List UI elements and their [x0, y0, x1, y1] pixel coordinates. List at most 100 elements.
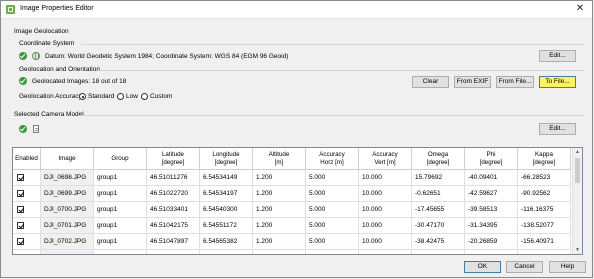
- lat-cell: 46.51033401: [147, 202, 200, 218]
- column-header[interactable]: Phi [degree]: [465, 148, 518, 170]
- enabled-cell: [13, 234, 41, 250]
- coordinate-system-value: Datum: World Geodetic System 1984; Coord…: [45, 53, 289, 60]
- alt-cell: 1.200: [253, 186, 306, 202]
- enabled-cell: [13, 250, 41, 255]
- column-header[interactable]: Latitude [degree]: [147, 148, 200, 170]
- enabled-checkbox[interactable]: [17, 238, 24, 245]
- kappa-cell: -66.28523: [518, 170, 571, 186]
- omega-cell: 15.79692: [412, 170, 465, 186]
- image-cell[interactable]: DJI_0698.JPG: [41, 170, 94, 186]
- kappa-cell: -156.40971: [518, 234, 571, 250]
- kappa-cell: -90.92562: [518, 186, 571, 202]
- phi-cell: -20.26859: [465, 234, 518, 250]
- table-row[interactable]: DJI_0703.JPGgroup146.510498956.545815001…: [13, 250, 573, 255]
- av-cell: 10.000: [359, 218, 412, 234]
- coordinate-edit-button[interactable]: Edit...: [539, 50, 576, 62]
- lat-cell: 46.51042175: [147, 218, 200, 234]
- lon-cell: 6.54581500: [200, 250, 253, 254]
- scroll-up-icon[interactable]: ▲: [575, 149, 580, 155]
- camera-edit-button[interactable]: Edit...: [539, 123, 576, 135]
- image-cell[interactable]: DJI_0699.JPG: [41, 186, 94, 202]
- ah-cell: 5.000: [306, 218, 359, 234]
- enabled-checkbox[interactable]: [17, 206, 24, 213]
- geolocated-images-text: Geolocated Images: 18 out of 18: [32, 78, 127, 85]
- image-geolocation-heading: Image Geolocation: [14, 28, 69, 35]
- vertical-scrollbar[interactable]: ▲ ▼: [572, 148, 582, 254]
- image-cell[interactable]: DJI_0702.JPG: [41, 234, 94, 250]
- column-header[interactable]: Image: [41, 148, 94, 170]
- column-header[interactable]: Omega [degree]: [412, 148, 465, 170]
- accuracy-low-radio[interactable]: [117, 93, 124, 100]
- column-header[interactable]: Longitude [degree]: [200, 148, 253, 170]
- column-header[interactable]: Group: [94, 148, 147, 170]
- alt-cell: 1.200: [253, 218, 306, 234]
- column-header[interactable]: Accuracy Vert [m]: [359, 148, 412, 170]
- phi-cell: -31.34395: [465, 218, 518, 234]
- lat-cell: 46.51047897: [147, 234, 200, 250]
- status-ok-icon: [19, 52, 27, 60]
- image-table: Enabled Image Group Latitude [degree] Longit…: [12, 147, 583, 255]
- lon-cell: 6.54540300: [200, 202, 253, 218]
- help-button[interactable]: Help: [549, 261, 586, 273]
- omega-cell: -30.47170: [412, 218, 465, 234]
- omega-cell: -17.45655: [412, 202, 465, 218]
- phi-cell: -42.59627: [465, 186, 518, 202]
- av-cell: 10.000: [359, 170, 412, 186]
- phi-cell: -40.09401: [465, 170, 518, 186]
- image-cell[interactable]: DJI_0700.JPG: [41, 202, 94, 218]
- ok-button[interactable]: OK: [464, 261, 501, 273]
- accuracy-label: Geolocation Accuracy:: [19, 93, 84, 100]
- group-cell: group1: [94, 170, 147, 186]
- cancel-button[interactable]: Cancel: [506, 261, 543, 273]
- enabled-cell: [13, 202, 41, 218]
- accuracy-custom-radio[interactable]: [141, 93, 148, 100]
- table-row[interactable]: DJI_0701.JPG group1 46.51042175 6.54551172 1…: [13, 218, 573, 234]
- ah-cell: 5.000: [306, 186, 359, 202]
- from-file-button[interactable]: From File...: [496, 76, 534, 88]
- globe-icon: [32, 52, 40, 60]
- enabled-checkbox[interactable]: [17, 254, 24, 255]
- accuracy-standard-label: Standard: [88, 93, 115, 100]
- alt-cell: 1.200: [253, 202, 306, 218]
- column-header[interactable]: Accuracy Horz [m]: [306, 148, 359, 170]
- lon-cell: 6.54565382: [200, 234, 253, 250]
- to-file-button[interactable]: To File...: [539, 76, 576, 88]
- table-row[interactable]: DJI_0699.JPG group1 46.51022720 6.54534197 1…: [13, 186, 573, 202]
- accuracy-standard-radio[interactable]: [79, 93, 86, 100]
- scroll-down-icon[interactable]: ▼: [575, 247, 580, 253]
- av-cell: 10.000: [359, 186, 412, 202]
- table-row[interactable]: DJI_0698.JPG group1 46.51011276 6.54534149 1…: [13, 170, 573, 186]
- camera-file-icon: [33, 125, 39, 133]
- clear-button[interactable]: Clear: [412, 76, 449, 88]
- column-header[interactable]: Kappa [degree]: [518, 148, 571, 170]
- omega-cell: -42.14400: [412, 250, 465, 254]
- enabled-checkbox[interactable]: [17, 190, 24, 197]
- table-row[interactable]: DJI_0700.JPG group1 46.51033401 6.54540300 1…: [13, 202, 573, 218]
- from-exif-button[interactable]: From EXIF: [454, 76, 491, 88]
- column-header[interactable]: Enabled: [13, 148, 41, 170]
- accuracy-low-label: Low: [126, 93, 138, 100]
- image-cell[interactable]: DJI_0701.JPG: [41, 218, 94, 234]
- av-cell: 10.000: [359, 234, 412, 250]
- divider: [81, 44, 584, 45]
- divider: [79, 115, 584, 116]
- enabled-checkbox[interactable]: [17, 222, 24, 229]
- enabled-checkbox[interactable]: [17, 174, 24, 181]
- ah-cell: 5.000: [306, 170, 359, 186]
- dialog-window: Image Properties Editor ✕ Image Geolocat…: [0, 0, 593, 278]
- image-cell[interactable]: DJI_0703.JPG: [41, 250, 94, 254]
- column-header[interactable]: Altitude [m]: [253, 148, 306, 170]
- kappa-cell: -116.16375: [518, 202, 571, 218]
- geolocation-orientation-label: Geolocation and Orientation: [19, 66, 100, 73]
- group-cell: group1: [94, 218, 147, 234]
- group-cell: group1: [94, 186, 147, 202]
- kappa-cell: -175.01051: [518, 250, 571, 254]
- table-row[interactable]: DJI_0702.JPG group1 46.51047897 6.54565382 1…: [13, 234, 573, 250]
- app-icon: [6, 5, 15, 14]
- title-bar: Image Properties Editor ✕: [1, 1, 592, 19]
- enabled-cell: [13, 186, 41, 202]
- scroll-thumb[interactable]: [575, 158, 580, 183]
- close-icon[interactable]: ✕: [572, 2, 588, 16]
- av-cell: 10.000: [359, 250, 412, 254]
- omega-cell: -0.62651: [412, 186, 465, 202]
